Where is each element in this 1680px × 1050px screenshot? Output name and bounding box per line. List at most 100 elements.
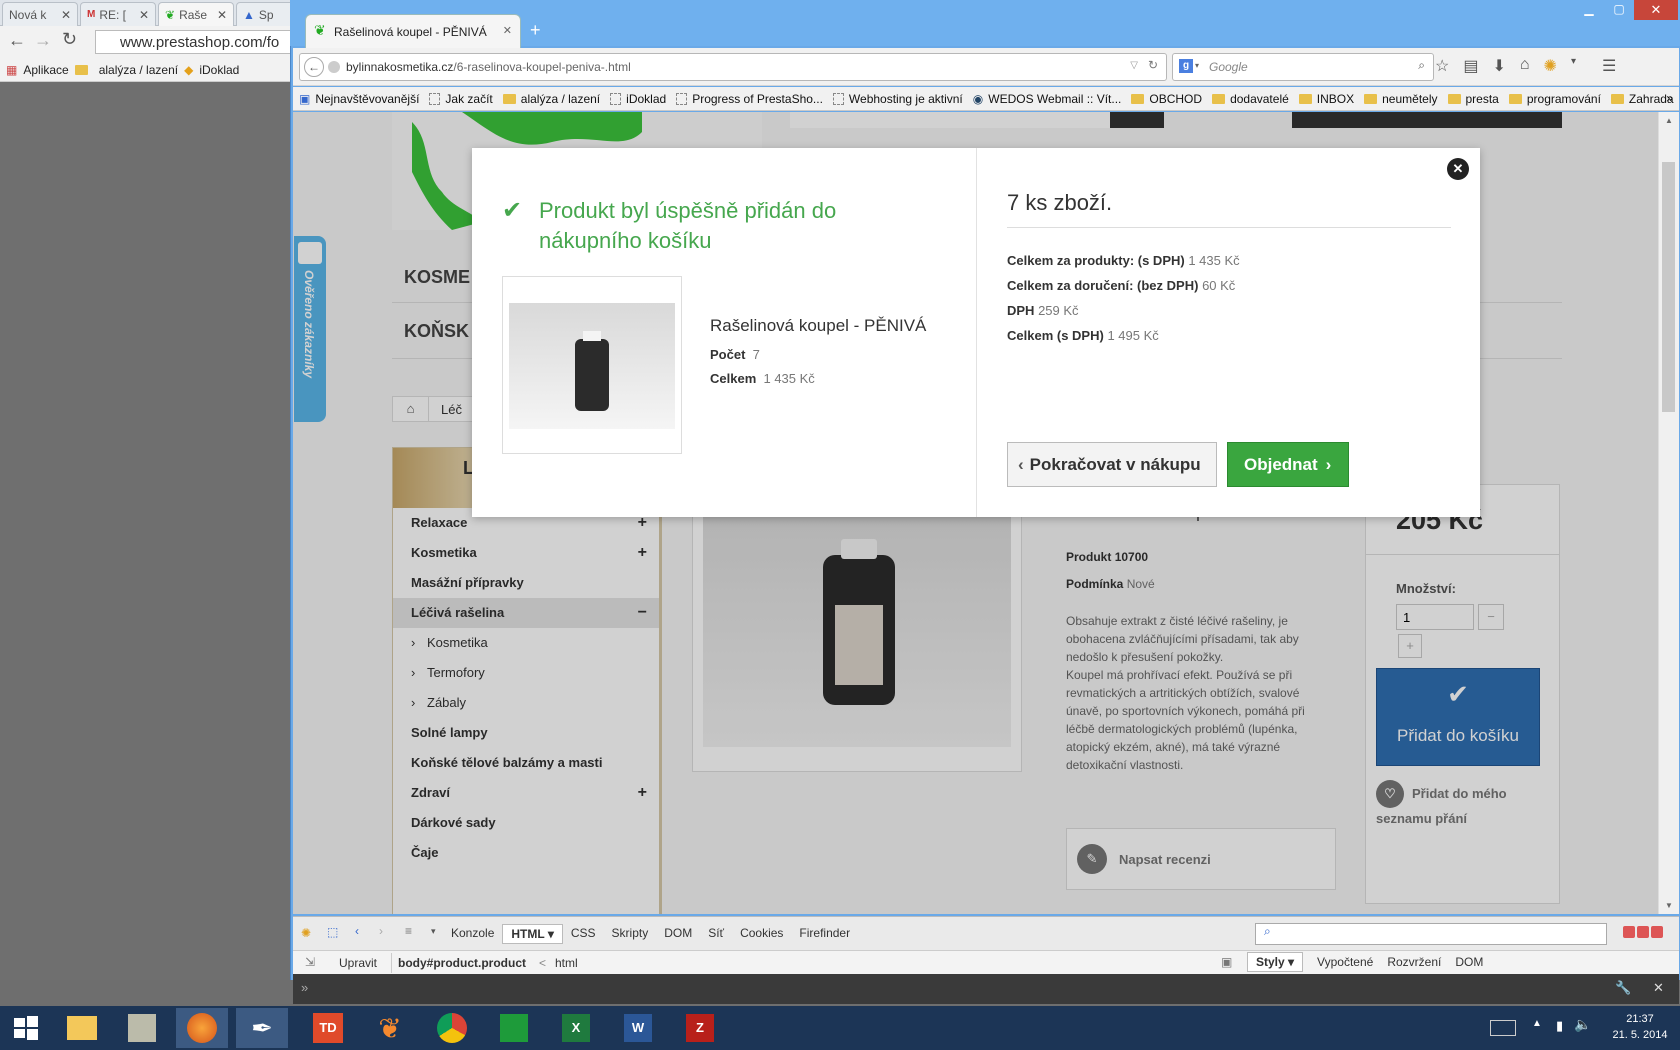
firebug-command-line[interactable]: » 🔧 ✕ [293,974,1679,1004]
tab-network[interactable]: Síť [700,924,732,944]
window-close-icon[interactable]: ✕ [1634,0,1678,20]
path-node[interactable]: body#product.product [398,956,526,970]
bookmark-inbox[interactable]: INBOX [1298,92,1354,106]
taskbar-app-5[interactable]: TD [302,1008,354,1048]
bookmark-wedos[interactable]: ◉ WEDOS Webmail :: Vít... [973,92,1122,106]
tab-layout[interactable]: Rozvržení [1387,955,1441,969]
background-tab-4[interactable]: ▲ Sp [236,2,296,26]
bookmark-zahrada[interactable]: Zahrada [1610,92,1674,106]
url-bar[interactable]: ← bylinnakosmetika.cz/6-raselinova-koupe… [299,53,1167,81]
detach-icon[interactable] [1637,926,1649,938]
tab-side-dom[interactable]: DOM [1455,955,1483,969]
tab-html[interactable]: HTML ▾ [502,924,563,944]
back-arrow-icon[interactable]: ← [304,57,324,77]
bookmark-progress[interactable]: Progress of PrestaSho... [676,92,823,106]
close-icon[interactable]: ✕ [1653,980,1664,996]
close-icon[interactable] [1651,926,1663,938]
modal-close-icon[interactable]: ✕ [1447,158,1469,180]
scroll-thumb[interactable] [1662,162,1675,412]
tab-dom[interactable]: DOM [656,924,700,944]
bookmark-apps[interactable]: Aplikace [23,63,68,77]
panel-toggle-icon[interactable]: ▣ [1221,955,1232,969]
reload-icon[interactable]: ↻ [62,29,77,50]
tab-scripts[interactable]: Skripty [604,924,657,944]
taskbar-app-4[interactable]: ✒ [236,1008,288,1048]
inspect-icon[interactable]: ⬚ [327,925,338,939]
tab-console[interactable]: Konzole [443,924,502,944]
tab-cookies[interactable]: Cookies [732,924,791,944]
edit-button[interactable]: Upravit [339,956,377,970]
reading-list-icon[interactable]: ▤ [1463,56,1478,76]
background-tab-gmail[interactable]: M RE: [✕ [80,2,156,26]
background-tab-3[interactable]: ❦ Raše ✕ [158,2,234,26]
star-icon[interactable]: ☆ [1435,56,1449,76]
bookmark-idoklad[interactable]: iDoklad [610,92,666,106]
tab-css[interactable]: CSS [563,924,604,944]
keyboard-icon[interactable] [1490,1020,1516,1036]
new-tab-icon[interactable]: + [530,20,541,41]
path-root[interactable]: html [555,956,578,970]
battery-icon[interactable]: ▮ [1556,1018,1563,1034]
reload-icon[interactable]: ↻ [1148,58,1158,72]
bookmark-folder[interactable]: alalýza / lazení [99,63,178,77]
minimize-icon[interactable] [1623,926,1635,938]
firefox-active-tab[interactable]: ❦ Rašelinová koupel - PĚNIVÁ ✕ [305,14,521,48]
volume-icon[interactable]: 🔈 [1574,1016,1591,1033]
bookmark-most-visited[interactable]: ▣ Nejnavštěvovanější [299,92,419,106]
tab-computed[interactable]: Vypočtené [1317,955,1373,969]
page-scrollbar[interactable]: ▲ ▼ [1658,112,1679,914]
background-address-bar[interactable]: www.prestashop.com/fo [95,30,295,54]
firebug-icon[interactable]: ✺ [301,926,311,940]
taskbar-app-2[interactable] [116,1008,168,1048]
back-icon[interactable]: ‹ [355,924,359,938]
close-tab-icon[interactable]: ✕ [503,24,512,37]
scroll-up-icon[interactable]: ▲ [1665,116,1673,125]
back-arrow-icon[interactable]: ← [8,30,26,51]
close-icon[interactable]: ✕ [139,8,149,22]
bookmark-alalyza[interactable]: alalýza / lazení [502,92,600,106]
expand-icon[interactable]: ⇲ [305,955,315,969]
bookmark-idoklad[interactable]: iDoklad [199,63,239,77]
continue-shopping-button[interactable]: ‹ Pokračovat v nákupu [1007,442,1217,487]
taskbar-explorer[interactable] [56,1008,108,1048]
taskbar-word[interactable]: W [612,1008,664,1048]
forward-icon[interactable]: › [379,924,383,938]
order-button[interactable]: Objednat › [1227,442,1349,487]
search-bar[interactable]: g ▾ Google ⌕ [1172,53,1434,81]
taskbar-app-6[interactable]: ❦ [364,1008,416,1048]
bookmark-obchod[interactable]: OBCHOD [1131,92,1202,106]
menu-icon[interactable]: ☰ [1602,56,1616,76]
maximize-icon[interactable]: ▢ [1606,2,1632,20]
dropdown-icon[interactable]: ▾ [1571,56,1576,76]
taskbar-chrome[interactable] [426,1008,478,1048]
engine-dropdown-icon[interactable]: ▾ [1195,61,1199,70]
tab-styles[interactable]: Styly ▾ [1247,952,1304,972]
close-icon[interactable]: ✕ [61,8,71,22]
bookmark-dodavatele[interactable]: dodavatelé [1212,92,1289,106]
scroll-down-icon[interactable]: ▼ [1665,901,1673,910]
more-bookmarks-icon[interactable]: » [1666,91,1673,105]
wrench-icon[interactable]: 🔧 [1615,980,1631,996]
search-icon[interactable]: ⌕ [1418,58,1425,73]
bookmark-neumetely[interactable]: neumětely [1364,92,1438,106]
bookmark-webhosting[interactable]: Webhosting je aktivní [832,92,963,106]
taskbar-store[interactable] [488,1008,540,1048]
firebug-icon[interactable]: ✺ [1544,56,1557,76]
download-icon[interactable]: ⬇ [1492,56,1505,76]
dropdown-icon[interactable]: ▾ [431,926,436,937]
minimize-icon[interactable]: ▁ [1576,2,1602,20]
tray-expand-icon[interactable]: ▲ [1532,1018,1542,1029]
list-icon[interactable]: ≡ [405,924,412,938]
forward-arrow-icon[interactable]: → [34,30,52,51]
taskbar-excel[interactable]: X [550,1008,602,1048]
bookmark-presta[interactable]: presta [1447,92,1499,106]
close-icon[interactable]: ✕ [217,8,227,22]
start-button[interactable] [0,1008,52,1048]
clock[interactable]: 21:37 21. 5. 2014 [1604,1011,1676,1043]
taskbar-firefox[interactable] [176,1008,228,1048]
firebug-search-input[interactable]: ⌕ [1255,923,1607,945]
tab-firefinder[interactable]: Firefinder [791,924,858,944]
bookmark-jak-zacit[interactable]: Jak začít [429,92,493,106]
home-icon[interactable]: ⌂ [1520,56,1530,76]
url-history-dropdown-icon[interactable]: ▽ [1130,60,1138,71]
